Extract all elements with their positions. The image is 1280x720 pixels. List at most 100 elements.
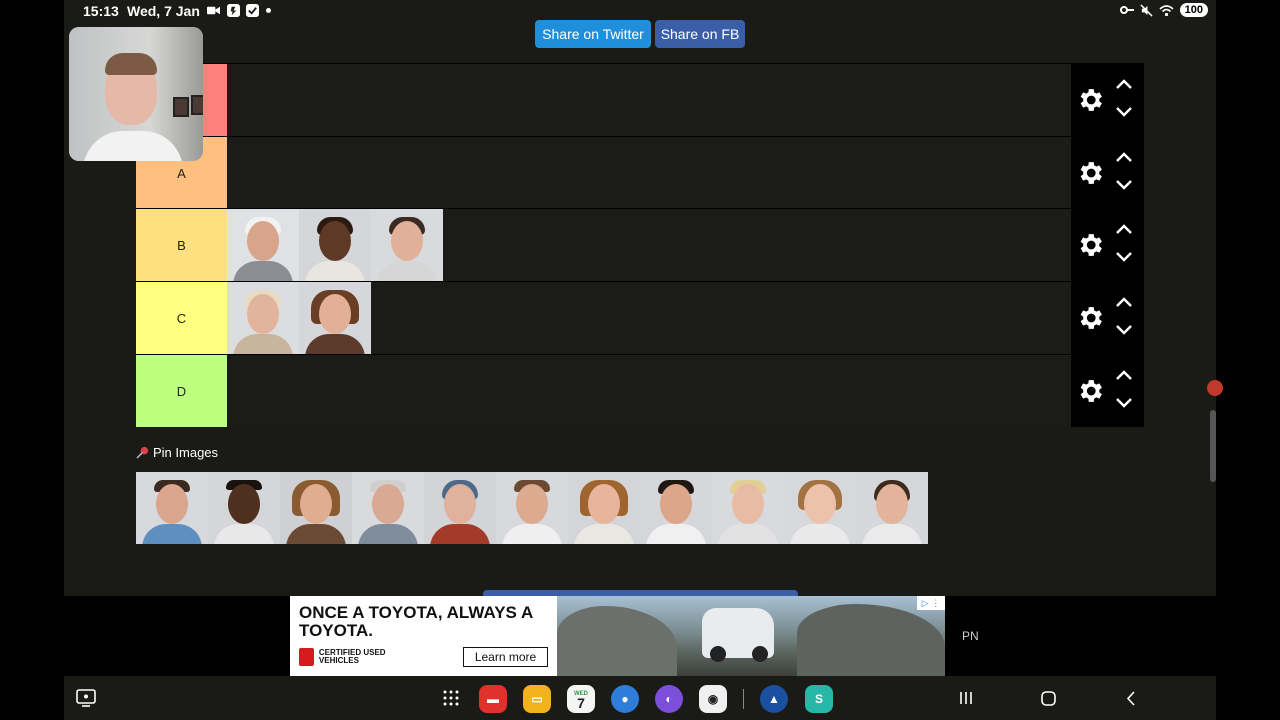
status-time: 15:13 bbox=[83, 3, 119, 19]
scrollbar[interactable] bbox=[1210, 410, 1216, 482]
tier-row-s bbox=[136, 63, 1144, 136]
chevron-up-icon[interactable] bbox=[1115, 369, 1133, 381]
apps-grid-icon[interactable] bbox=[443, 690, 459, 706]
paramount-app-icon[interactable]: ▲ bbox=[760, 685, 788, 713]
tablet-screen: 15:13 Wed, 7 Jan 100 Share on Twitter Sh… bbox=[0, 0, 1280, 720]
tier-row-a: A bbox=[136, 136, 1144, 209]
toyota-ad-banner[interactable]: ONCE A TOYOTA, ALWAYS A TOYOTA. CERTIFIE… bbox=[290, 596, 945, 676]
key-icon bbox=[1119, 6, 1134, 14]
camera-app-icon[interactable]: ◉ bbox=[699, 685, 727, 713]
tier-row-d: D bbox=[136, 354, 1144, 427]
checkbox-notification-icon bbox=[246, 4, 259, 17]
chevron-up-icon[interactable] bbox=[1115, 78, 1133, 90]
contestant-image[interactable] bbox=[640, 472, 712, 544]
ad-certified-badge: CERTIFIED USED VEHICLES bbox=[299, 648, 409, 666]
contestant-image[interactable] bbox=[352, 472, 424, 544]
status-bar: 15:13 Wed, 7 Jan 100 bbox=[64, 0, 1216, 22]
contestant-image[interactable] bbox=[371, 209, 443, 281]
contestant-image[interactable] bbox=[856, 472, 928, 544]
tier-row-c: C bbox=[136, 281, 1144, 354]
chevron-up-icon[interactable] bbox=[1115, 151, 1133, 163]
browser-app-icon[interactable]: ◐ bbox=[655, 685, 683, 713]
chevron-down-icon[interactable] bbox=[1115, 324, 1133, 336]
chevron-down-icon[interactable] bbox=[1115, 251, 1133, 263]
more-notifications-dot-icon bbox=[266, 8, 271, 13]
toyota-logo-icon bbox=[299, 648, 314, 666]
status-date: Wed, 7 Jan bbox=[127, 3, 200, 19]
gear-icon[interactable] bbox=[1075, 85, 1105, 115]
tier-controls bbox=[1071, 137, 1144, 209]
adchoices-icon[interactable]: ▷ ⋮ bbox=[917, 596, 945, 610]
floating-indicator[interactable] bbox=[1207, 380, 1223, 396]
contestant-image[interactable] bbox=[784, 472, 856, 544]
share-twitter-button[interactable]: Share on Twitter bbox=[535, 20, 651, 48]
ad-learn-more-button[interactable]: Learn more bbox=[463, 647, 548, 667]
contestant-image[interactable] bbox=[227, 209, 299, 281]
gear-icon[interactable] bbox=[1075, 158, 1105, 188]
tier-items-dropzone[interactable] bbox=[227, 282, 371, 354]
contestant-image[interactable] bbox=[424, 472, 496, 544]
ad-certified-text: CERTIFIED USED VEHICLES bbox=[318, 648, 386, 665]
chevron-down-icon[interactable] bbox=[1115, 397, 1133, 409]
tier-label[interactable]: B bbox=[136, 209, 227, 281]
back-icon[interactable] bbox=[1126, 691, 1136, 706]
car-wheel bbox=[752, 646, 768, 662]
gear-icon[interactable] bbox=[1075, 303, 1105, 333]
tier-items-dropzone[interactable] bbox=[227, 209, 443, 281]
contestant-image[interactable] bbox=[299, 209, 371, 281]
contestant-image[interactable] bbox=[208, 472, 280, 544]
tier-row-b: B bbox=[136, 208, 1144, 281]
calendar-day: 7 bbox=[577, 695, 585, 711]
app-notification-icon bbox=[227, 4, 240, 17]
wifi-icon bbox=[1159, 4, 1174, 16]
messages-app-icon[interactable]: ● bbox=[611, 685, 639, 713]
chevron-down-icon[interactable] bbox=[1115, 179, 1133, 191]
calendar-app-icon[interactable]: WED 7 bbox=[567, 685, 595, 713]
screen-recorder-icon[interactable] bbox=[76, 689, 96, 707]
dock-divider bbox=[743, 689, 744, 709]
tier-label[interactable]: D bbox=[136, 355, 227, 427]
unranked-image-pool[interactable] bbox=[136, 472, 928, 544]
tier-controls bbox=[1071, 282, 1144, 354]
mute-icon bbox=[1140, 3, 1153, 17]
recents-icon[interactable] bbox=[959, 691, 973, 705]
tier-controls bbox=[1071, 64, 1144, 136]
contestant-image[interactable] bbox=[568, 472, 640, 544]
contestant-image[interactable] bbox=[227, 282, 299, 354]
chevron-down-icon[interactable] bbox=[1115, 106, 1133, 118]
webcam-overlay[interactable] bbox=[69, 27, 203, 161]
files-app-icon[interactable]: ▭ bbox=[523, 685, 551, 713]
contestant-image[interactable] bbox=[712, 472, 784, 544]
car-wheel bbox=[710, 646, 726, 662]
rock-formation bbox=[797, 604, 945, 676]
gear-icon[interactable] bbox=[1075, 230, 1105, 260]
wall-picture bbox=[173, 97, 189, 117]
ad-headline: ONCE A TOYOTA, ALWAYS A TOYOTA. bbox=[299, 603, 533, 640]
chevron-up-icon[interactable] bbox=[1115, 296, 1133, 308]
ad-car-photo bbox=[557, 596, 945, 676]
status-indicators: 100 bbox=[1119, 3, 1208, 17]
contestant-image[interactable] bbox=[136, 472, 208, 544]
pin-images-toggle[interactable]: Pin Images bbox=[136, 445, 218, 460]
rock-formation bbox=[557, 606, 677, 676]
side-text: PN bbox=[962, 629, 979, 643]
surfshark-app-icon[interactable]: S bbox=[805, 685, 833, 713]
battery-level: 100 bbox=[1179, 3, 1208, 17]
share-fb-button[interactable]: Share on FB bbox=[655, 20, 745, 48]
chevron-up-icon[interactable] bbox=[1115, 223, 1133, 235]
pin-images-label: Pin Images bbox=[153, 445, 219, 460]
gear-icon[interactable] bbox=[1075, 376, 1105, 406]
webcam-person-hair bbox=[105, 53, 157, 75]
tier-controls bbox=[1071, 209, 1144, 281]
notes-app-icon[interactable]: ▬ bbox=[479, 685, 507, 713]
contestant-image[interactable] bbox=[299, 282, 371, 354]
tier-controls bbox=[1071, 355, 1144, 427]
contestant-image[interactable] bbox=[280, 472, 352, 544]
wall-picture bbox=[191, 95, 203, 115]
car-image bbox=[702, 608, 774, 662]
tier-label[interactable]: C bbox=[136, 282, 227, 354]
contestant-image[interactable] bbox=[496, 472, 568, 544]
home-icon[interactable] bbox=[1041, 691, 1056, 706]
video-icon bbox=[207, 6, 220, 15]
pin-icon bbox=[136, 446, 149, 459]
